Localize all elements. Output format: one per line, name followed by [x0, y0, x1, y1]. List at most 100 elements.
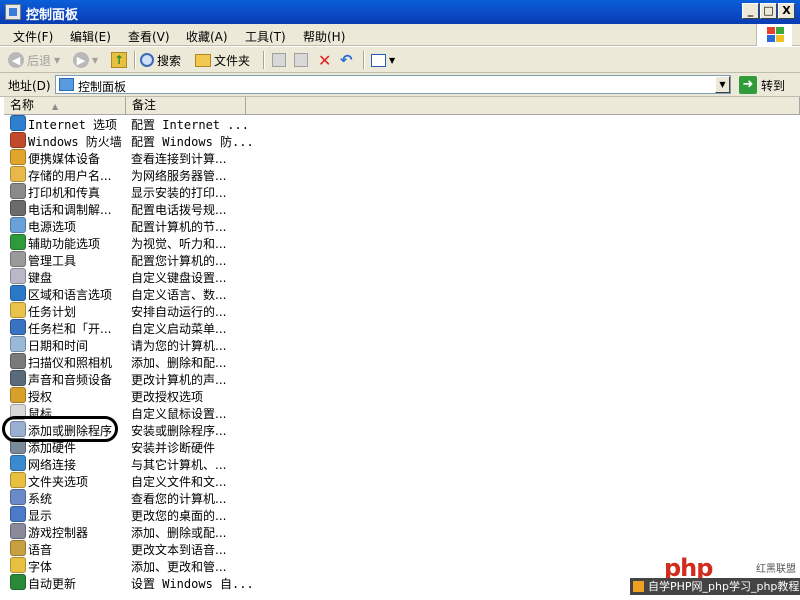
watermark-bar: 自学PHP网_php学习_php教程 — [630, 578, 800, 595]
back-dropdown-icon: ▼ — [54, 55, 61, 65]
folders-button[interactable]: 文件夹 — [195, 50, 250, 70]
list-item[interactable]: 存储的用户名... 为网络服务器管... — [4, 166, 800, 183]
list-item-name: 日期和时间 — [28, 339, 89, 353]
list-item-description: 更改计算机的声... — [131, 373, 227, 387]
list-item[interactable]: 键盘 自定义键盘设置... — [4, 268, 800, 285]
delete-button[interactable]: ✕ — [318, 50, 331, 70]
views-icon — [371, 53, 386, 67]
list-item-name: 电源选项 — [28, 220, 77, 234]
list-item-description: 为网络服务器管... — [131, 169, 227, 183]
window-title: 控制面板 — [26, 8, 79, 23]
list-item-name: 扫描仪和照相机 — [28, 356, 113, 370]
list-item-description: 添加、更改和管... — [131, 560, 227, 574]
address-value: 控制面板 — [78, 80, 127, 94]
list-item[interactable]: 辅助功能选项 为视觉、听力和... — [4, 234, 800, 251]
up-folder-button[interactable]: ↑ — [111, 50, 127, 70]
go-button[interactable]: 转到 — [761, 77, 785, 94]
list-item-description: 配置计算机的节... — [131, 220, 227, 234]
forward-dropdown-icon: ▼ — [92, 55, 99, 65]
watermark-logo-text: php — [664, 554, 713, 582]
list-item-name: 打印机和传真 — [28, 186, 101, 200]
menu-favorites[interactable]: 收藏(A) — [186, 28, 228, 45]
delete-icon: ✕ — [318, 50, 332, 70]
list-item-description: 配置 Internet ... — [131, 118, 249, 132]
column-header-name[interactable]: 名称 ▲ — [4, 97, 126, 115]
undo-button[interactable]: ↶ — [340, 50, 353, 70]
keyboard-icon — [10, 268, 26, 284]
menu-file[interactable]: 文件(F) — [13, 28, 53, 45]
list-item[interactable]: 系统 查看您的计算机... — [4, 489, 800, 506]
portable-media-icon — [10, 149, 26, 165]
list-item[interactable]: 鼠标 自定义鼠标设置... — [4, 404, 800, 421]
control-panel-icon — [59, 78, 74, 91]
list-item-name: 授权 — [28, 390, 53, 404]
list-item[interactable]: Windows 防火墙 配置 Windows 防... — [4, 132, 800, 149]
list-item-name: 语音 — [28, 543, 53, 557]
column-header-desc[interactable]: 备注 — [126, 97, 246, 115]
search-button[interactable]: 搜索 — [140, 50, 181, 70]
list-item[interactable]: 区域和语言选项 自定义语言、数... — [4, 285, 800, 302]
list-item[interactable]: 电源选项 配置计算机的节... — [4, 217, 800, 234]
list-item[interactable]: 文件夹选项 自定义文件和文... — [4, 472, 800, 489]
sound-icon — [10, 370, 26, 386]
list-item-name: 系统 — [28, 492, 53, 506]
list-item[interactable]: 显示 更改您的桌面的... — [4, 506, 800, 523]
list-item-name: 自动更新 — [28, 577, 77, 591]
list-item-name: 区域和语言选项 — [28, 288, 113, 302]
address-input[interactable]: 控制面板 — [55, 75, 731, 94]
search-icon — [140, 53, 154, 67]
move-to-icon — [272, 53, 286, 67]
list-item-description: 更改文本到语音... — [131, 543, 227, 557]
list-item-description: 自定义鼠标设置... — [131, 407, 227, 421]
list-item[interactable]: 添加或删除程序 安装或删除程序... — [4, 421, 800, 438]
maximize-button[interactable]: □ — [760, 3, 777, 19]
list-item[interactable]: 管理工具 配置您计算机的... — [4, 251, 800, 268]
back-button[interactable]: ◀ 后退 ▼ — [8, 50, 60, 70]
list-item-name: 游戏控制器 — [28, 526, 89, 540]
network-connections-icon — [10, 455, 26, 471]
list-item[interactable]: 添加硬件 安装并诊断硬件 — [4, 438, 800, 455]
go-arrow-icon[interactable]: ➜ — [739, 76, 757, 94]
list-item[interactable]: 任务计划 安排自动运行的... — [4, 302, 800, 319]
list-item-description: 请为您的计算机... — [131, 339, 227, 353]
close-button[interactable]: X — [778, 3, 795, 19]
admin-tools-icon — [10, 251, 26, 267]
list-item-name: 任务计划 — [28, 305, 77, 319]
list-item[interactable]: 日期和时间 请为您的计算机... — [4, 336, 800, 353]
move-to-button[interactable] — [272, 50, 286, 70]
column-header-filler — [246, 97, 800, 115]
list-item-description: 更改您的桌面的... — [131, 509, 227, 523]
internet-options-icon — [10, 115, 26, 131]
printer-icon — [10, 183, 26, 199]
menu-edit[interactable]: 编辑(E) — [70, 28, 111, 45]
control-panel-list: Internet 选项 配置 Internet ... Windows 防火墙 配置 … — [4, 115, 800, 591]
list-item[interactable]: 授权 更改授权选项 — [4, 387, 800, 404]
list-item[interactable]: 打印机和传真 显示安装的打印... — [4, 183, 800, 200]
list-item[interactable]: Internet 选项 配置 Internet ... — [4, 115, 800, 132]
minimize-button[interactable]: _ — [742, 3, 759, 19]
highlight-annotation — [2, 416, 118, 442]
address-dropdown-button[interactable]: ▼ — [715, 76, 730, 93]
list-item[interactable]: 网络连接 与其它计算机、... — [4, 455, 800, 472]
menu-view[interactable]: 查看(V) — [128, 28, 170, 45]
list-item-description: 查看连接到计算... — [131, 152, 227, 166]
copy-to-button[interactable] — [294, 50, 308, 70]
list-item-description: 自定义语言、数... — [131, 288, 227, 302]
display-icon — [10, 506, 26, 522]
list-item[interactable]: 游戏控制器 添加、删除或配... — [4, 523, 800, 540]
menu-tools[interactable]: 工具(T) — [245, 28, 286, 45]
list-item[interactable]: 声音和音频设备 更改计算机的声... — [4, 370, 800, 387]
list-item[interactable]: 便携媒体设备 查看连接到计算... — [4, 149, 800, 166]
list-item[interactable]: 任务栏和「开... 自定义启动菜单... — [4, 319, 800, 336]
list-item-description: 安装或删除程序... — [131, 424, 227, 438]
taskbar-icon — [10, 319, 26, 335]
menu-help[interactable]: 帮助(H) — [303, 28, 345, 45]
list-item[interactable]: 电话和调制解... 配置电话拨号规... — [4, 200, 800, 217]
control-panel-window-icon[interactable] — [5, 4, 21, 20]
title-bar: 控制面板 _ □ X — [0, 0, 800, 24]
views-button[interactable]: ▼ — [371, 50, 395, 70]
forward-button[interactable]: ▶ ▼ — [73, 50, 98, 70]
back-arrow-icon: ◀ — [8, 52, 24, 68]
list-item[interactable]: 扫描仪和照相机 添加、删除和配... — [4, 353, 800, 370]
toolbar: ◀ 后退 ▼ ▶ ▼ ↑ 搜索 文件夹 ✕ ↶ ▼ — [0, 47, 800, 73]
